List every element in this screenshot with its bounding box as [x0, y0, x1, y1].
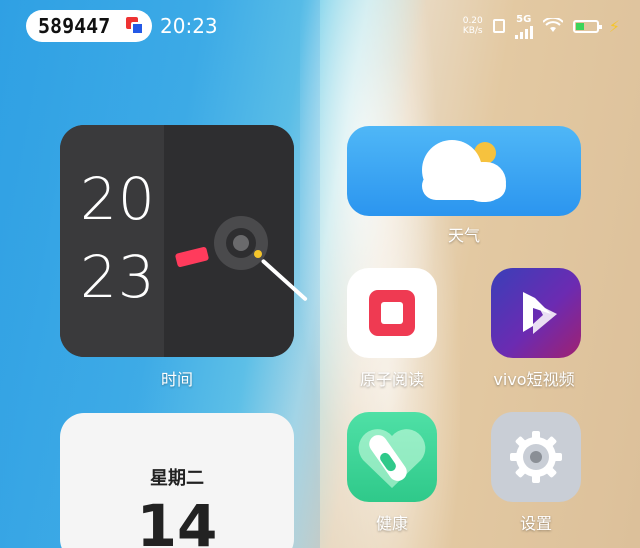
clock-minute: 23 — [80, 243, 156, 311]
atom-reader-icon-inner — [381, 302, 403, 324]
cell-signal-icon — [514, 25, 533, 39]
calendar-day: 14 — [136, 492, 218, 548]
status-time: 20:23 — [160, 14, 218, 38]
net-speed: 0.20 KB/s — [463, 16, 483, 36]
app-label-settings: 设置 — [519, 514, 552, 533]
settings-app-icon[interactable] — [491, 412, 581, 502]
app-label-reader: 原子阅读 — [359, 370, 424, 389]
network-type: 5G — [516, 13, 532, 25]
atom-reader-app-icon[interactable] — [347, 268, 437, 358]
net-speed-value: 0.20 — [462, 16, 483, 26]
app-label-vivo-video: vivo短视频 — [493, 370, 575, 389]
battery-icon — [572, 19, 602, 33]
wifi-icon — [542, 18, 563, 32]
calendar-weekday: 星期二 — [150, 468, 204, 489]
weather-widget-label: 天气 — [447, 226, 480, 245]
status-bar: 589447 20:23 0.20 KB/s 5G ⚡ — [0, 0, 640, 52]
clock-hour: 20 — [80, 165, 156, 233]
notification-badge[interactable]: 589447 — [26, 10, 152, 42]
charging-bolt-icon: ⚡ — [608, 16, 620, 36]
clock-digit-panel — [60, 125, 164, 357]
health-app-icon[interactable] — [347, 412, 437, 502]
vivo-video-play-icon — [523, 292, 557, 334]
phone-signal-icon — [492, 19, 505, 33]
cloud-icon-base — [422, 172, 506, 200]
status-icons: 0.20 KB/s 5G ⚡ — [463, 12, 620, 40]
app-switch-icon — [126, 17, 144, 35]
badge-number: 589447 — [38, 14, 111, 38]
settings-gear-icon — [510, 431, 562, 483]
clock-dial-icon — [214, 216, 268, 270]
app-label-health: 健康 — [375, 514, 408, 533]
clock-widget-label: 时间 — [160, 370, 193, 389]
health-heart-icon — [358, 429, 426, 488]
net-speed-unit: KB/s — [462, 26, 483, 36]
clock-center-dot — [254, 250, 262, 258]
vivo-video-app-icon[interactable] — [491, 268, 581, 358]
